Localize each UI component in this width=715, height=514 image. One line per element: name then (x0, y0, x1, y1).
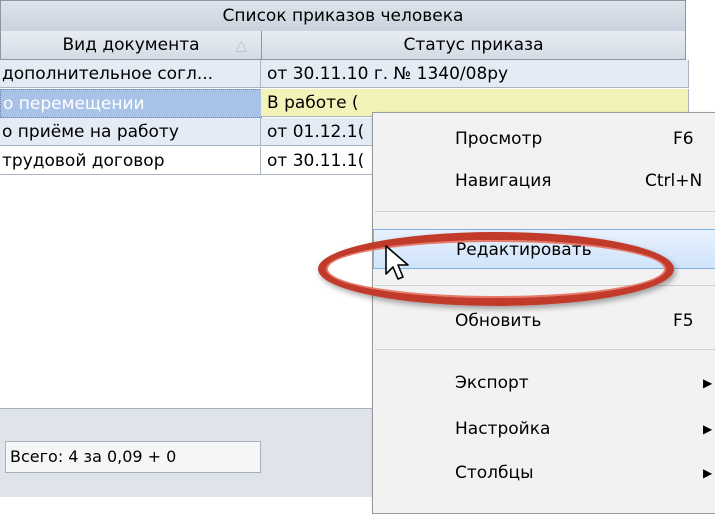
column-header-order-status[interactable]: Статус приказа (261, 31, 686, 60)
menu-separator (375, 349, 715, 350)
cell-document-type[interactable]: трудовой договор (0, 147, 261, 175)
menu-item-settings[interactable]: Настройка ▶ (373, 409, 715, 449)
menu-item-view[interactable]: Просмотр F6 (373, 119, 715, 159)
menu-item-label: Навигация (455, 171, 552, 191)
menu-item-label: Настройка (455, 419, 551, 439)
menu-item-label: Столбцы (455, 463, 534, 483)
cell-document-type[interactable]: о перемещении (0, 89, 262, 118)
context-menu: Просмотр F6 Навигация Ctrl+N Редактирова… (372, 112, 715, 514)
annotation-ring (318, 232, 674, 306)
menu-item-label: Обновить (455, 311, 542, 331)
column-header-document-type[interactable]: Вид документа △ (0, 31, 262, 60)
record-count: Всего: 4 за 0,09 + 0 (5, 441, 261, 473)
menu-item-export[interactable]: Экспорт ▶ (373, 363, 715, 403)
menu-item-label: Просмотр (455, 129, 543, 149)
menu-separator (375, 211, 715, 212)
cell-document-type[interactable]: о приёме на работу (0, 118, 261, 146)
sort-ascending-icon: △ (235, 36, 247, 54)
menu-item-shortcut: F5 (673, 311, 694, 331)
column-header-label: Вид документа (62, 35, 200, 55)
mouse-pointer-icon (385, 245, 409, 280)
menu-item-refresh[interactable]: Обновить F5 (373, 301, 715, 341)
menu-item-shortcut: F6 (673, 129, 694, 149)
table-row[interactable]: дополнительное согл... от 30.11.10 г. № … (0, 60, 689, 88)
cell-document-type[interactable]: дополнительное согл... (0, 60, 261, 88)
grid-title: Список приказов человека (0, 0, 686, 32)
menu-item-shortcut: Ctrl+N (645, 171, 703, 191)
submenu-arrow-icon: ▶ (703, 466, 713, 480)
menu-item-label: Экспорт (455, 373, 529, 393)
submenu-arrow-icon: ▶ (703, 376, 713, 390)
menu-item-navigation[interactable]: Навигация Ctrl+N (373, 161, 715, 201)
submenu-arrow-icon: ▶ (703, 422, 713, 436)
cell-order-status[interactable]: от 30.11.10 г. № 1340/08ру (261, 60, 689, 88)
menu-item-columns[interactable]: Столбцы ▶ (373, 453, 715, 493)
